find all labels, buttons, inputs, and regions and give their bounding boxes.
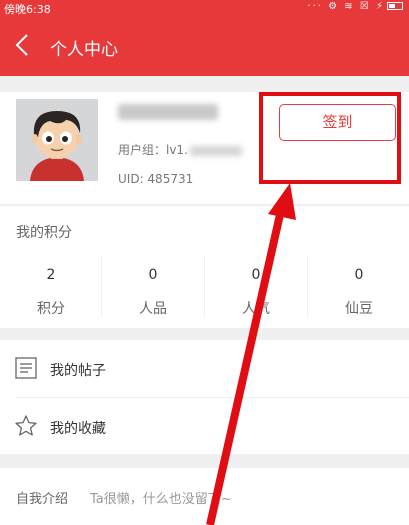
menu-item-label: 我的帖子: [50, 363, 106, 379]
stat-value: 2: [46, 267, 56, 283]
points-title: 我的积分: [16, 225, 72, 241]
star-icon: [15, 415, 37, 436]
points-card: 我的积分 2 积分 0 人品 0 人气 0 仙豆: [0, 205, 409, 328]
annotation-highlight-box: [259, 92, 401, 184]
avatar[interactable]: [16, 99, 98, 181]
stat-beans[interactable]: 0 仙豆: [308, 251, 409, 321]
stat-character[interactable]: 0 人品: [102, 251, 204, 321]
stat-value: 0: [354, 267, 364, 283]
app-bar: 个人中心: [0, 16, 409, 76]
status-bar: 傍晚6:38 ··· ⚙ ≋ ☒ ⚡: [0, 0, 409, 16]
user-group: 用户组：lv1.: [118, 141, 242, 158]
menu-card: 我的帖子 我的收藏: [0, 340, 409, 454]
menu-item-my-posts[interactable]: 我的帖子: [0, 340, 409, 396]
user-id: UID: 485731: [118, 172, 194, 186]
stat-label: 积分: [37, 301, 65, 317]
intro-label: 自我介绍: [16, 492, 69, 507]
status-icons: ··· ⚙ ≋ ☒ ⚡: [307, 1, 403, 12]
status-icon-glyphs: ··· ⚙ ≋ ☒ ⚡: [307, 1, 385, 12]
cartoon-boy-avatar-icon: [16, 99, 98, 181]
stat-label: 人品: [139, 301, 167, 317]
intro-card: 自我介绍 Ta很懒，什么也没留下~: [0, 468, 409, 525]
page-title: 个人中心: [50, 40, 118, 60]
document-icon: [15, 357, 37, 379]
stat-value: 0: [251, 267, 261, 283]
intro-text: Ta很懒，什么也没留下~: [90, 492, 232, 507]
stat-points[interactable]: 2 积分: [0, 251, 102, 321]
username-blurred: [118, 104, 218, 120]
stat-label: 仙豆: [345, 301, 373, 317]
status-time: 傍晚6:38: [4, 3, 51, 16]
user-group-blurred: [189, 145, 242, 156]
stat-value: 0: [148, 267, 158, 283]
menu-item-label: 我的收藏: [50, 421, 106, 437]
battery-icon: [387, 2, 403, 10]
back-arrow-icon[interactable]: [8, 30, 38, 60]
stat-popularity[interactable]: 0 人气: [205, 251, 307, 321]
user-group-label: 用户组：lv1.: [118, 143, 188, 157]
stat-label: 人气: [242, 301, 270, 317]
menu-item-my-favorites[interactable]: 我的收藏: [0, 398, 409, 454]
